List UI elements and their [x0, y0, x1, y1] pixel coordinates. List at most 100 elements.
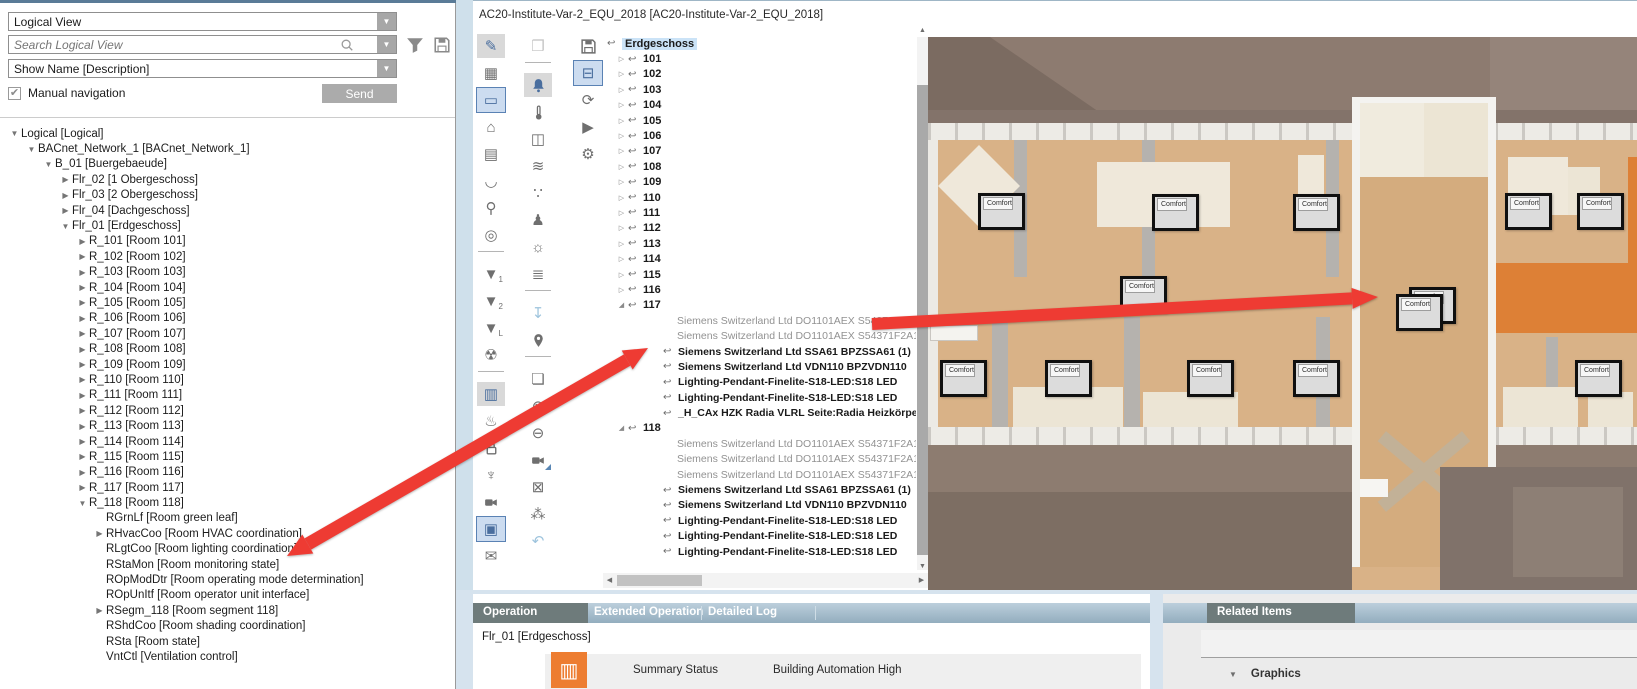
filter-l-icon[interactable]: ▼L: [477, 316, 505, 340]
tree-item[interactable]: ↩Siemens Switzerland Ltd VDN110 BPZVDN11…: [603, 359, 916, 374]
view-selector[interactable]: Logical View ▼: [8, 12, 397, 31]
filter-funnel-icon[interactable]: [406, 36, 424, 59]
tree-expander-icon[interactable]: ▶: [76, 298, 89, 307]
panel-splitter[interactable]: [456, 0, 473, 689]
tree-item[interactable]: ▷↩102: [603, 67, 916, 82]
summary-status-row[interactable]: ▥ Summary Status Building Automation Hig…: [545, 654, 1141, 689]
room-temperature-display[interactable]: 21.4 °CComfort: [1293, 194, 1340, 231]
related-group-graphics[interactable]: ▼ Graphics: [1229, 668, 1301, 680]
tree-expander-icon[interactable]: ▼: [76, 499, 89, 508]
tree-item[interactable]: ▼B_01 [Buergebaeude]: [0, 157, 455, 172]
tree-item[interactable]: ▶Flr_02 [1 Obergeschoss]: [0, 172, 455, 187]
room-temperature-display[interactable]: 22.2 °CComfort: [1575, 360, 1622, 397]
tree-expander-icon[interactable]: ▶: [59, 175, 72, 184]
tree-expander-icon[interactable]: ▶: [76, 360, 89, 369]
block-circle-icon[interactable]: ⊖: [524, 421, 552, 445]
scroll-up-icon[interactable]: ▲: [917, 25, 928, 36]
tree-expander-icon[interactable]: ▶: [76, 406, 89, 415]
tree-expander-icon[interactable]: ▶: [76, 375, 89, 384]
tree-item[interactable]: ▼BACnet_Network_1 [BACnet_Network_1]: [0, 141, 455, 156]
filter-2-icon[interactable]: ▼2: [477, 289, 505, 313]
tree-item[interactable]: RSta [Room state]: [0, 634, 455, 649]
tree-item[interactable]: ↩Lighting-Pendant-Finelite-S18-LED:S18 L…: [603, 513, 916, 528]
zoom-history-icon[interactable]: ◎: [477, 223, 505, 247]
thermometer-icon[interactable]: [524, 100, 552, 124]
tree-item[interactable]: ▷↩113: [603, 236, 916, 251]
tree-item[interactable]: ↩Lighting-Pendant-Finelite-S18-LED:S18 L…: [603, 529, 916, 544]
tree-item[interactable]: Siemens Switzerland Ltd DO1101AEX S54371…: [603, 436, 916, 451]
new-document-icon[interactable]: ❏: [524, 367, 552, 391]
horizontal-scrollbar[interactable]: ◀ ▶: [603, 573, 928, 588]
tree-expander-icon[interactable]: ▶: [76, 345, 89, 354]
doors-icon[interactable]: ◫: [524, 127, 552, 151]
tree-item[interactable]: ▶R_108 [Room 108]: [0, 341, 455, 356]
tree-item[interactable]: ▷↩103: [603, 82, 916, 97]
tree-expander-icon[interactable]: ▷: [615, 240, 628, 248]
textual-viewer-icon[interactable]: ▤: [477, 142, 505, 166]
scrollbar-thumb[interactable]: [617, 575, 702, 586]
tree-expander-icon[interactable]: ▷: [615, 271, 628, 279]
tree-expander-icon[interactable]: ▶: [76, 329, 89, 338]
tree-expander-icon[interactable]: ▷: [615, 286, 628, 294]
tree-expander-icon[interactable]: ▶: [76, 468, 89, 477]
room-temperature-display[interactable]: 22.9 °CComfort: [940, 360, 987, 397]
tree-item[interactable]: Siemens Switzerland Ltd DO1101AEX S54371…: [603, 328, 916, 343]
room-temperature-display[interactable]: 21.4 °CComfort: [1505, 193, 1552, 230]
tree-expander-icon[interactable]: ▶: [76, 483, 89, 492]
tree-item[interactable]: ▶R_111 [Room 111]: [0, 388, 455, 403]
tree-expander-icon[interactable]: ▷: [615, 101, 628, 109]
room-temperature-display[interactable]: 23.2 °CComfort: [978, 193, 1025, 230]
tree-expander-icon[interactable]: ▶: [76, 452, 89, 461]
tree-expander-icon[interactable]: ▶: [59, 191, 72, 200]
save-icon[interactable]: [574, 34, 602, 58]
tree-expander-icon[interactable]: ◢: [615, 301, 628, 309]
device-tree-icon[interactable]: ♆: [477, 463, 505, 487]
chevron-down-icon[interactable]: ▼: [377, 60, 396, 77]
chevron-down-icon[interactable]: ▼: [377, 13, 396, 30]
tree-expander-icon[interactable]: ▷: [615, 209, 628, 217]
tree-item[interactable]: ↩Siemens Switzerland Ltd SSA61 BPZSSA61 …: [603, 482, 916, 497]
tab-detailed-log[interactable]: Detailed Log: [708, 606, 777, 618]
room-temperature-display[interactable]: 22.2 °CComfort: [1187, 360, 1234, 397]
tree-expander-icon[interactable]: ▷: [615, 147, 628, 155]
comment-settings-icon[interactable]: ✉: [477, 544, 505, 568]
tree-expander-icon[interactable]: ▶: [59, 206, 72, 215]
tree-item[interactable]: ROpModDtr [Room operating mode determina…: [0, 572, 455, 587]
tree-item[interactable]: ▷↩109: [603, 175, 916, 190]
tree-item[interactable]: ▶R_113 [Room 113]: [0, 418, 455, 433]
tree-item[interactable]: ▷↩112: [603, 221, 916, 236]
tree-item[interactable]: ↩Lighting-Pendant-Finelite-S18-LED:S18 L…: [603, 390, 916, 405]
tree-item[interactable]: ▷↩105: [603, 113, 916, 128]
scrollbar-thumb[interactable]: [917, 85, 928, 555]
send-button[interactable]: Send: [322, 84, 397, 103]
floor-plan-graphic[interactable]: 23.2 °CComfort21.1 °CComfort21.4 °CComfo…: [928, 37, 1637, 592]
tree-expander-icon[interactable]: ▷: [615, 55, 628, 63]
tree-expander-icon[interactable]: ▶: [76, 314, 89, 323]
save-filter-icon[interactable]: [433, 36, 451, 59]
lock-icon[interactable]: [477, 436, 505, 460]
undo-arrow-icon[interactable]: ↶: [524, 529, 552, 553]
tree-item[interactable]: Siemens Switzerland Ltd DO1101AEX S54371…: [603, 467, 916, 482]
tree-item[interactable]: ↩Erdgeschoss: [603, 36, 916, 51]
tree-item[interactable]: ▶Flr_03 [2 Obergeschoss]: [0, 188, 455, 203]
tree-item[interactable]: ▷↩114: [603, 251, 916, 266]
tree-expander-icon[interactable]: ▶: [76, 437, 89, 446]
building-icon[interactable]: ▥: [477, 382, 505, 406]
tree-item[interactable]: ▶R_107 [Room 107]: [0, 326, 455, 341]
scroll-down-icon[interactable]: ▼: [917, 561, 928, 572]
tree-expander-icon[interactable]: ▷: [615, 117, 628, 125]
scroll-right-icon[interactable]: ▶: [916, 575, 927, 586]
tree-item[interactable]: ▼Flr_01 [Erdgeschoss]: [0, 218, 455, 233]
tree-item[interactable]: ▶R_101 [Room 101]: [0, 234, 455, 249]
pdf-export-icon[interactable]: ↧: [524, 301, 552, 325]
camera-select-icon[interactable]: [524, 448, 552, 472]
chevron-down-icon[interactable]: ▼: [1229, 670, 1237, 679]
tree-expander-icon[interactable]: ▶: [76, 252, 89, 261]
tree-item[interactable]: ▶R_102 [Room 102]: [0, 249, 455, 264]
tree-expander-icon[interactable]: ▷: [615, 86, 628, 94]
tree-item[interactable]: ▷↩101: [603, 51, 916, 66]
tree-expander-icon[interactable]: ▷: [615, 163, 628, 171]
location-pin-icon[interactable]: [524, 328, 552, 352]
tree-item[interactable]: ▶R_112 [Room 112]: [0, 403, 455, 418]
freehand-pen-icon[interactable]: ✎: [477, 34, 505, 58]
